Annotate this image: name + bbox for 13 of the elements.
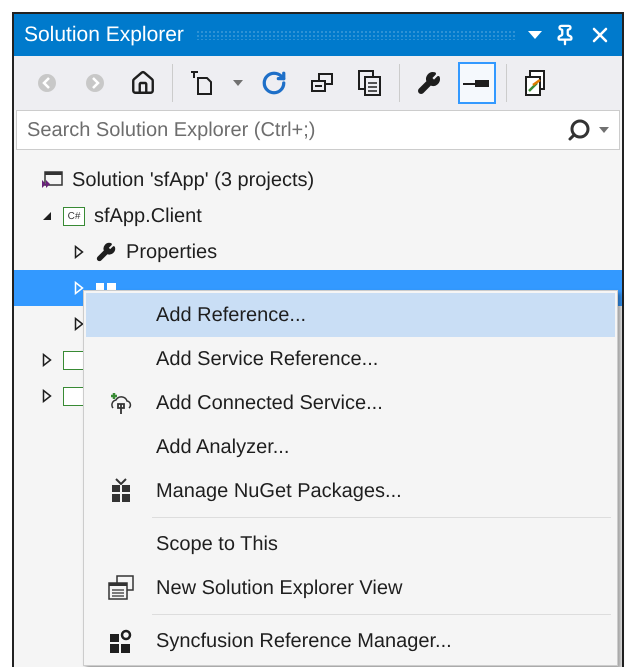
menu-item-label: Syncfusion Reference Manager...	[156, 629, 452, 654]
menu-item-label: Add Analyzer...	[156, 435, 290, 460]
tree-item-label: sfApp.Client	[94, 204, 202, 229]
window-title: Solution Explorer	[24, 22, 184, 48]
menu-item-label: Add Service Reference...	[156, 347, 378, 372]
menu-item-label: Add Reference...	[156, 303, 306, 328]
tree-item-label: Solution 'sfApp' (3 projects)	[72, 168, 314, 193]
menu-item-label: New Solution Explorer View	[156, 576, 402, 601]
menu-item-label: Scope to This	[156, 532, 278, 557]
tree-item-label: Properties	[126, 240, 218, 265]
menu-item-label: Add Connected Service...	[156, 391, 383, 416]
project-icon: C#	[63, 206, 85, 226]
menu-item-label: Manage NuGet Packages...	[156, 479, 402, 504]
